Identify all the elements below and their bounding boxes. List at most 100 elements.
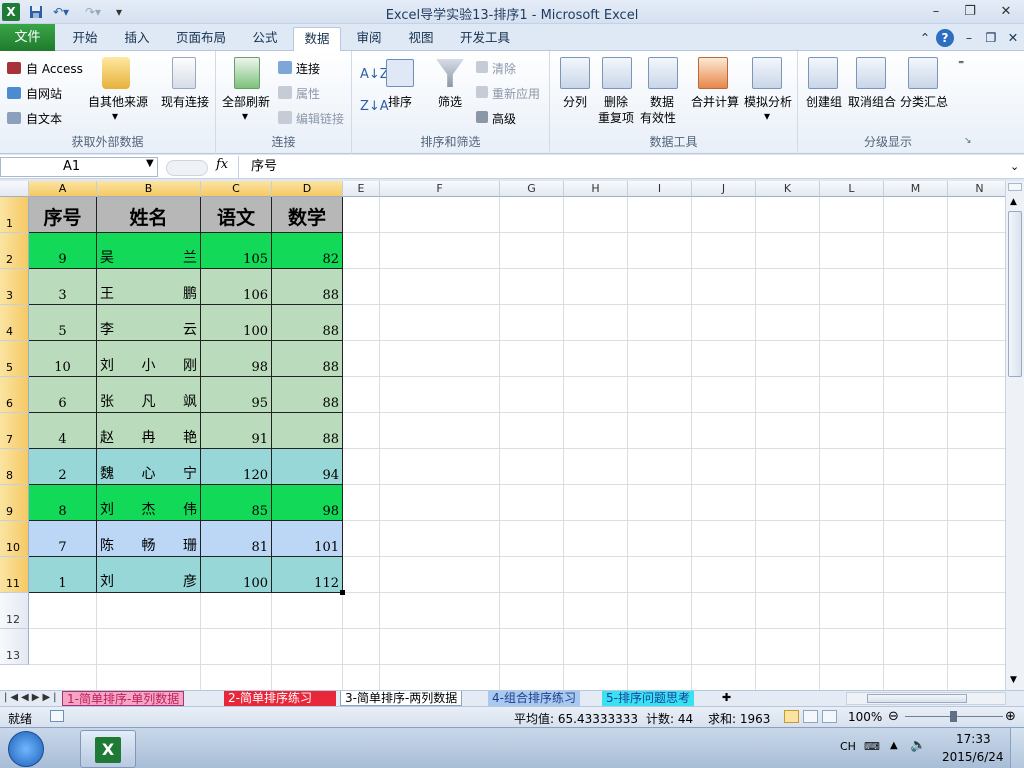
row-header[interactable]: 8 [0, 449, 29, 485]
insert-function-icon[interactable]: fx [216, 157, 228, 172]
cell-number[interactable]: 2 [29, 449, 97, 485]
cell-math[interactable]: 88 [272, 341, 343, 377]
minimize-button[interactable]: – [922, 2, 950, 22]
split-box[interactable] [1008, 183, 1022, 191]
row-header[interactable]: 9 [0, 485, 29, 521]
column-header[interactable]: B [97, 181, 201, 197]
normal-view-icon[interactable] [784, 710, 799, 723]
remove-duplicates-button-line2[interactable]: 重复项 [598, 109, 634, 126]
what-if-analysis-button[interactable]: 模拟分析 [744, 93, 792, 110]
sort-descending-icon[interactable]: Z↓A [360, 99, 389, 114]
consolidate-button[interactable]: 合并计算 [691, 93, 739, 110]
ribbon-minimize-icon[interactable]: ⌃ [918, 27, 932, 51]
row-header[interactable]: 2 [0, 233, 29, 269]
row-header[interactable]: 11 [0, 557, 29, 593]
row-header[interactable]: 12 [0, 593, 29, 629]
macro-record-icon[interactable] [50, 710, 64, 722]
column-header[interactable]: H [564, 181, 628, 197]
cell-number[interactable]: 10 [29, 341, 97, 377]
sheet-tab-3[interactable]: 3-简单排序-两列数据 [340, 691, 463, 706]
insert-sheet-icon[interactable]: ✚ [722, 691, 731, 704]
expand-formula-bar-icon[interactable]: ⌄ [1010, 160, 1019, 173]
sheet-tab-2[interactable]: 2-简单排序练习 [224, 691, 336, 706]
column-header[interactable]: D [272, 181, 343, 197]
cell-chinese[interactable]: 100 [201, 557, 272, 593]
cell-number[interactable]: 3 [29, 269, 97, 305]
cell-math[interactable]: 98 [272, 485, 343, 521]
cell-number[interactable]: 1 [29, 557, 97, 593]
scroll-up-icon[interactable]: ▲ [1010, 197, 1017, 207]
select-all-corner[interactable] [0, 181, 29, 197]
clock-date[interactable]: 2015/6/24 [942, 750, 1004, 764]
from-web-button[interactable]: 自网站 [26, 85, 62, 102]
cell-chinese[interactable]: 106 [201, 269, 272, 305]
tab-home[interactable]: 开始 [72, 27, 98, 51]
vertical-scrollbar[interactable]: ▲ ▼ [1005, 181, 1024, 690]
cell-math[interactable]: 88 [272, 269, 343, 305]
tab-file[interactable]: 文件 [0, 24, 55, 51]
clear-button[interactable]: 清除 [492, 60, 516, 77]
start-button-icon[interactable] [8, 731, 44, 767]
column-header[interactable]: K [756, 181, 820, 197]
tab-data[interactable]: 数据 [293, 27, 341, 52]
clock-time[interactable]: 17:33 [956, 732, 991, 746]
page-layout-view-icon[interactable] [803, 710, 818, 723]
horizontal-scrollbar[interactable] [846, 692, 1006, 705]
show-detail-icon[interactable]: ⁼ [958, 57, 964, 71]
data-validation-button-line2[interactable]: 有效性 [640, 109, 676, 126]
column-header[interactable]: A [29, 181, 97, 197]
workbook-minimize-icon[interactable]: – [962, 27, 976, 51]
header-cell[interactable]: 数学 [272, 197, 343, 233]
cell-name[interactable]: 张凡飒 [97, 377, 201, 413]
ungroup-button[interactable]: 取消组合 [848, 93, 896, 110]
cell-number[interactable]: 6 [29, 377, 97, 413]
sheet-tab-4[interactable]: 4-组合排序练习 [488, 691, 580, 706]
column-header[interactable]: N [948, 181, 1005, 197]
formula-bar-handle[interactable] [166, 160, 208, 176]
cell-math[interactable]: 94 [272, 449, 343, 485]
reapply-button[interactable]: 重新应用 [492, 85, 540, 102]
cell-math[interactable]: 88 [272, 305, 343, 341]
name-box[interactable]: A1 [0, 157, 158, 177]
row-header[interactable]: 4 [0, 305, 29, 341]
cell-math[interactable]: 88 [272, 377, 343, 413]
cell-name[interactable]: 刘彦 [97, 557, 201, 593]
header-cell[interactable]: 姓名 [97, 197, 201, 233]
from-other-sources-button[interactable]: 自其他来源 [88, 93, 148, 110]
column-header[interactable]: G [500, 181, 564, 197]
sheet-nav-arrows-icon[interactable]: |◀◀▶▶| [4, 692, 60, 703]
from-access-button[interactable]: 自 Access [26, 60, 83, 77]
subtotal-button[interactable]: 分类汇总 [900, 93, 948, 110]
tab-review[interactable]: 审阅 [354, 27, 384, 51]
row-header[interactable]: 3 [0, 269, 29, 305]
text-to-columns-button[interactable]: 分列 [563, 93, 587, 110]
edit-links-button[interactable]: 编辑链接 [296, 110, 344, 127]
zoom-out-icon[interactable]: ⊖ [888, 709, 899, 724]
workbook-close-icon[interactable]: ✕ [1006, 27, 1020, 51]
cell-chinese[interactable]: 120 [201, 449, 272, 485]
row-header[interactable]: 6 [0, 377, 29, 413]
zoom-in-icon[interactable]: ⊕ [1005, 709, 1016, 724]
cell-number[interactable]: 4 [29, 413, 97, 449]
header-cell[interactable]: 序号 [29, 197, 97, 233]
cell-chinese[interactable]: 91 [201, 413, 272, 449]
page-break-view-icon[interactable] [822, 710, 837, 723]
restore-button[interactable]: ❐ [956, 2, 984, 22]
existing-connections-button[interactable]: 现有连接 [161, 93, 209, 110]
formula-input[interactable]: 序号 [238, 156, 1008, 178]
from-text-button[interactable]: 自文本 [26, 110, 62, 127]
row-header[interactable]: 5 [0, 341, 29, 377]
fill-handle[interactable] [340, 590, 345, 595]
row-header[interactable]: 1 [0, 197, 29, 233]
keyboard-icon[interactable]: ⌨ [864, 740, 880, 753]
cell-math[interactable]: 112 [272, 557, 343, 593]
show-desktop-button[interactable] [1010, 728, 1024, 768]
row-header[interactable]: 7 [0, 413, 29, 449]
cell-number[interactable]: 9 [29, 233, 97, 269]
tab-page-layout[interactable]: 页面布局 [172, 27, 230, 51]
cell-name[interactable]: 李云 [97, 305, 201, 341]
show-hidden-icons-icon[interactable]: ▲ [890, 740, 898, 751]
name-box-dropdown-icon[interactable]: ▼ [146, 158, 154, 169]
cell-name[interactable]: 陈畅珊 [97, 521, 201, 557]
column-header[interactable]: F [380, 181, 500, 197]
